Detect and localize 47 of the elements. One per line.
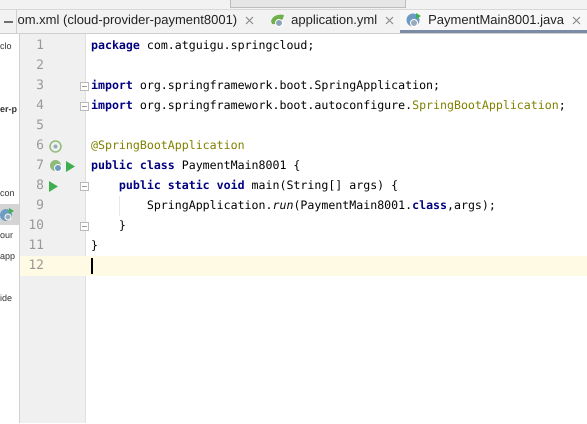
code-line: import org.springframework.boot.autoconfigure.SpringBootApplication; (91, 97, 566, 114)
line-number: 12 (28, 257, 44, 276)
fold-marker-icon[interactable] (80, 182, 89, 190)
code-line: public static void main(String[] args) { (118, 177, 398, 194)
line-number: 3 (36, 77, 44, 96)
bean-icon[interactable] (49, 140, 62, 152)
line-number: 2 (36, 57, 44, 76)
code-line: @SpringBootApplication (91, 137, 245, 154)
editor-tab[interactable]: om.xml (cloud-provider-payment8001) (17, 10, 260, 33)
tree-item[interactable]: app (0, 250, 16, 264)
editor-tab[interactable]: application.yml (264, 10, 400, 33)
code-line: import org.springframework.boot.SpringApplication; (91, 77, 440, 94)
close-icon[interactable] (572, 16, 581, 24)
close-icon[interactable] (245, 16, 254, 24)
code-line: public class PaymentMain8001 { (91, 157, 300, 174)
tree-item[interactable]: con (0, 186, 15, 200)
fold-marker-icon[interactable] (80, 222, 89, 230)
class-icon (406, 12, 424, 28)
line-number: 8 (36, 177, 44, 196)
line-number: 11 (28, 237, 44, 256)
code-line: } (118, 217, 126, 234)
line-number: 1 (36, 37, 44, 56)
text-cursor (91, 258, 93, 274)
fold-marker-icon[interactable] (80, 102, 89, 110)
line-number: 4 (36, 97, 44, 116)
run-icon[interactable] (66, 160, 75, 172)
tree-item[interactable]: ide (0, 292, 12, 306)
tree-item[interactable]: er-p (0, 102, 18, 116)
code-line: SpringApplication.run(PaymentMain8001.class,args); (146, 197, 496, 214)
line-number: 10 (28, 217, 44, 236)
line-number: 6 (36, 137, 44, 156)
bean-icon[interactable] (49, 159, 63, 173)
fold-marker-icon[interactable] (80, 82, 89, 90)
editor-tab[interactable]: PaymentMain8001.java (400, 10, 587, 33)
tree-item[interactable]: our (0, 228, 14, 242)
line-number: 7 (36, 157, 44, 176)
code-line: } (91, 237, 98, 254)
tree-item[interactable] (0, 204, 19, 225)
code-line: package com.atguigu.springcloud; (91, 37, 314, 54)
tree-item[interactable]: clo (0, 40, 12, 54)
line-number: 5 (36, 117, 44, 136)
close-icon[interactable] (385, 16, 394, 24)
minimize-icon[interactable] (4, 20, 13, 22)
line-number: 9 (36, 197, 44, 216)
class-icon (0, 207, 15, 222)
run-icon[interactable] (49, 180, 58, 192)
leaf-icon (270, 13, 286, 27)
